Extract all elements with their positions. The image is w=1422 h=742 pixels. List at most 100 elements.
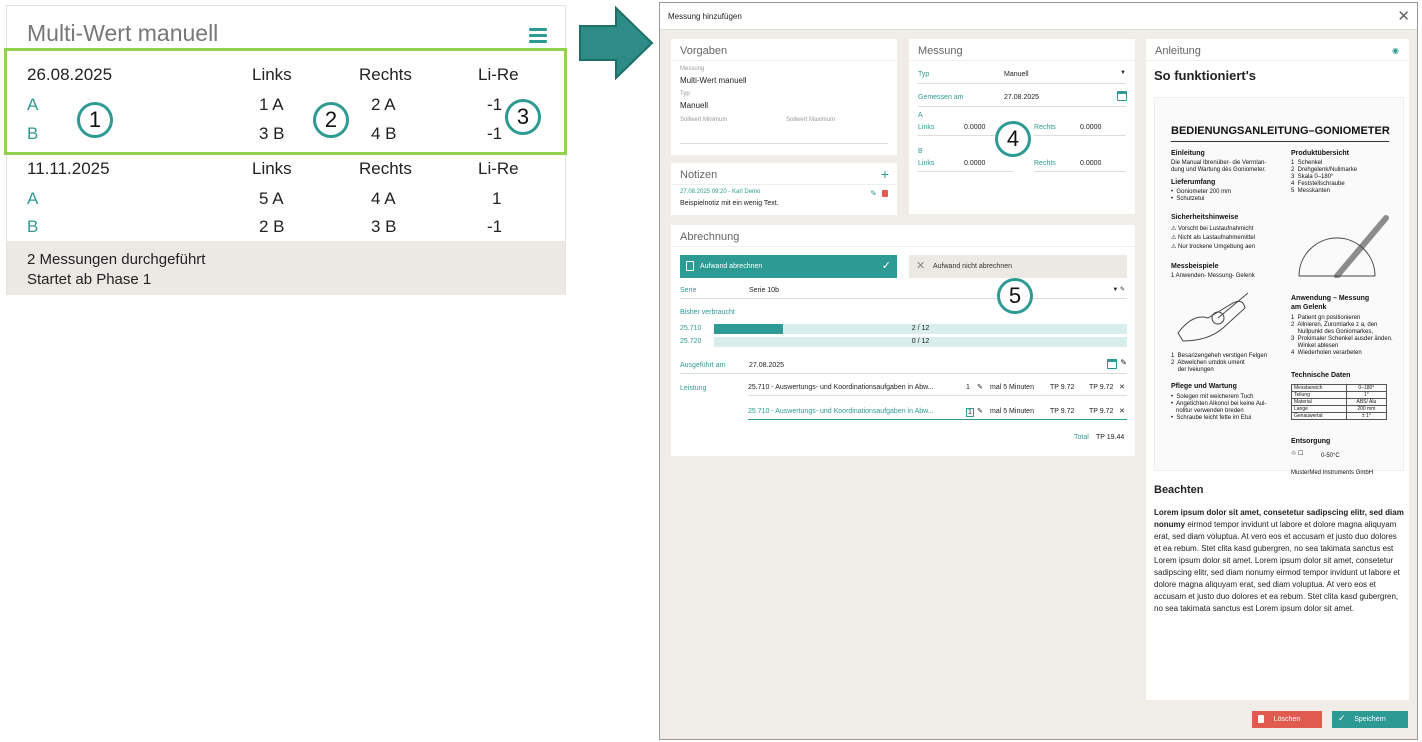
dialog-title: Messung hinzufügen xyxy=(668,12,742,21)
card-title: Notizen xyxy=(671,163,897,185)
row-diff: 1 xyxy=(492,189,502,208)
marker-4: 4 xyxy=(995,121,1031,157)
edit-note-icon[interactable]: ✎ xyxy=(870,189,877,198)
col-rechts: Rechts xyxy=(359,159,412,178)
edit-icon[interactable]: ✎ xyxy=(977,383,983,391)
card-title: Anleitung xyxy=(1146,39,1409,61)
row-rechts: 3 B xyxy=(371,217,397,236)
marker-3: 3 xyxy=(505,99,541,135)
manual-section: Produktübersicht xyxy=(1291,150,1349,157)
eye-icon[interactable]: ◉ xyxy=(1392,46,1399,55)
group-a-label: A xyxy=(918,112,923,119)
aufwand-abrechnen-button[interactable]: Aufwand abrechnen ✓ xyxy=(680,255,897,278)
group-b-label: B xyxy=(918,148,923,155)
table-row: Material ABS/ Alu xyxy=(1291,398,1388,406)
vorgaben-card: Vorgaben Messung Multi-Wert manuell Typ … xyxy=(671,39,897,155)
add-note-icon[interactable]: + xyxy=(881,166,889,182)
bar-code: 25.720 xyxy=(680,338,702,345)
close-icon[interactable]: ✕ xyxy=(1397,7,1410,25)
calendar-icon[interactable] xyxy=(1107,359,1117,369)
b-rechts-input[interactable]: 0.0000 xyxy=(1080,160,1101,167)
underline xyxy=(918,171,1013,172)
button-label: Löschen xyxy=(1273,716,1301,723)
manual-brand: MusterMed Instruments GmbH xyxy=(1291,470,1374,476)
card-title: Messung xyxy=(909,39,1135,61)
b-links-input[interactable]: 0.0000 xyxy=(964,160,985,167)
marker-2: 2 xyxy=(313,102,349,138)
manual-text: 1 Schenkel 2 Drehgelenk/Nulimarke 3 Skal… xyxy=(1291,160,1358,194)
manual-text: • Goniometer 200 mm • Schutzetui xyxy=(1171,189,1232,202)
aufwand-nicht-abrechnen-button[interactable]: ✕ Aufwand nicht abrechnen xyxy=(909,255,1127,278)
ausgefuehrt-input[interactable]: 27.08.2025 xyxy=(749,362,784,369)
remove-icon[interactable]: ✕ xyxy=(1119,383,1125,391)
note-meta: 27.08.2025 09:20 - Karl Demo xyxy=(680,189,761,195)
total-label: Total xyxy=(1074,434,1089,441)
rechts-label: Rechts xyxy=(1034,160,1056,167)
footer-phase: Startet ab Phase 1 xyxy=(27,271,152,288)
table-row[interactable]: B 2 B 3 B -1 xyxy=(7,213,565,241)
card-title: Abrechnung xyxy=(671,225,1135,247)
abrechnung-card: Abrechnung Aufwand abrechnen ✓ ✕ Aufwand… xyxy=(671,225,1135,456)
calendar-icon[interactable] xyxy=(1117,91,1127,101)
ausgefuehrt-label: Ausgeführt am xyxy=(680,362,726,369)
col-li-re: Li-Re xyxy=(478,159,519,178)
manual-title: BEDIENUNGSANLEITUNG–GONIOMETER xyxy=(1171,125,1390,137)
serie-select[interactable]: Serie 10b xyxy=(749,287,779,294)
underline xyxy=(918,106,1126,107)
edit-icon[interactable]: ✎ xyxy=(1120,358,1127,367)
manual-text: 1 Besarizengeheh verstigen Felgen 2 Abwe… xyxy=(1171,353,1268,373)
save-button[interactable]: ✓ Speichern xyxy=(1332,711,1408,728)
table-cell: Messbereich xyxy=(1291,384,1347,392)
manual-section: Einleitung xyxy=(1171,150,1205,157)
leistung-label: Leistung xyxy=(680,385,707,392)
a-rechts-input[interactable]: 0.0000 xyxy=(1080,124,1101,131)
progress-bar: 2 / 12 xyxy=(714,324,1127,334)
table-row[interactable]: A 5 A 4 A 1 xyxy=(7,185,565,213)
underline xyxy=(680,373,1127,374)
leistung-qty[interactable]: 1 xyxy=(966,384,970,391)
manual-section: Anwendung – Messung am Gelenk xyxy=(1291,295,1370,311)
manual-section: Sicherheitshinweise xyxy=(1171,214,1239,221)
arrow-right-icon xyxy=(579,6,654,80)
leistung-tp: TP 9.72 xyxy=(1050,408,1075,415)
leistung-qty-input[interactable]: 1 xyxy=(966,408,974,417)
typ-label: Typ xyxy=(918,71,930,78)
add-measurement-dialog: Messung hinzufügen ✕ Vorgaben Messung Mu… xyxy=(659,2,1418,740)
hand-illustration xyxy=(1177,292,1249,342)
hamburger-icon[interactable] xyxy=(529,28,547,43)
typ-select[interactable]: Manuell xyxy=(1004,71,1029,78)
panel-footer: 2 Messungen durchgeführt Startet ab Phas… xyxy=(7,241,565,295)
button-label: Speichern xyxy=(1354,716,1386,723)
row-name: B xyxy=(27,217,39,236)
manual-text: Die Manual Ibrenüber- die Verrnlan- dung… xyxy=(1171,160,1267,173)
typ-value: Manuell xyxy=(680,101,709,110)
table-row: Teilung 1° xyxy=(1291,391,1388,399)
manual-section: Technische Daten xyxy=(1291,372,1351,379)
check-icon: ✓ xyxy=(881,260,891,272)
delete-button[interactable]: Löschen xyxy=(1252,711,1322,728)
delete-note-icon[interactable] xyxy=(882,190,888,197)
gemessen-label: Gemessen am xyxy=(918,94,964,101)
underline xyxy=(1034,135,1126,136)
chevron-down-icon[interactable]: ▼ xyxy=(1120,70,1126,76)
remove-icon[interactable]: ✕ xyxy=(1119,407,1125,415)
table-cell: Teilung xyxy=(1291,391,1347,399)
marker-1: 1 xyxy=(77,102,113,138)
progress-bar: 0 / 12 xyxy=(714,337,1127,347)
note-text: Beispielnotiz mit ein wenig Text. xyxy=(680,200,779,207)
beachten-text: Lorem ipsum dolor sit amet, consetetur s… xyxy=(1154,507,1404,615)
gemessen-input[interactable]: 27.08.2025 xyxy=(1004,94,1039,101)
underline-active xyxy=(748,419,1127,420)
chevron-down-icon[interactable]: ▼ ✎ xyxy=(1112,286,1125,293)
row-diff: -1 xyxy=(487,217,503,236)
a-links-input[interactable]: 0.0000 xyxy=(964,124,985,131)
manual-section: Entsorgung xyxy=(1291,438,1331,445)
manual-text: 1 Patient gn positionieren 2 Allnieren, … xyxy=(1291,315,1393,356)
row-links: 2 B xyxy=(259,217,285,236)
table-cell: 200 mm xyxy=(1345,405,1388,413)
edit-icon[interactable]: ✎ xyxy=(977,407,983,415)
progress-text: 2 / 12 xyxy=(911,325,930,332)
manual-text: 0-50°C xyxy=(1321,453,1340,459)
trash-icon xyxy=(1258,715,1264,723)
table-cell: ABS/ Alu xyxy=(1345,398,1388,406)
